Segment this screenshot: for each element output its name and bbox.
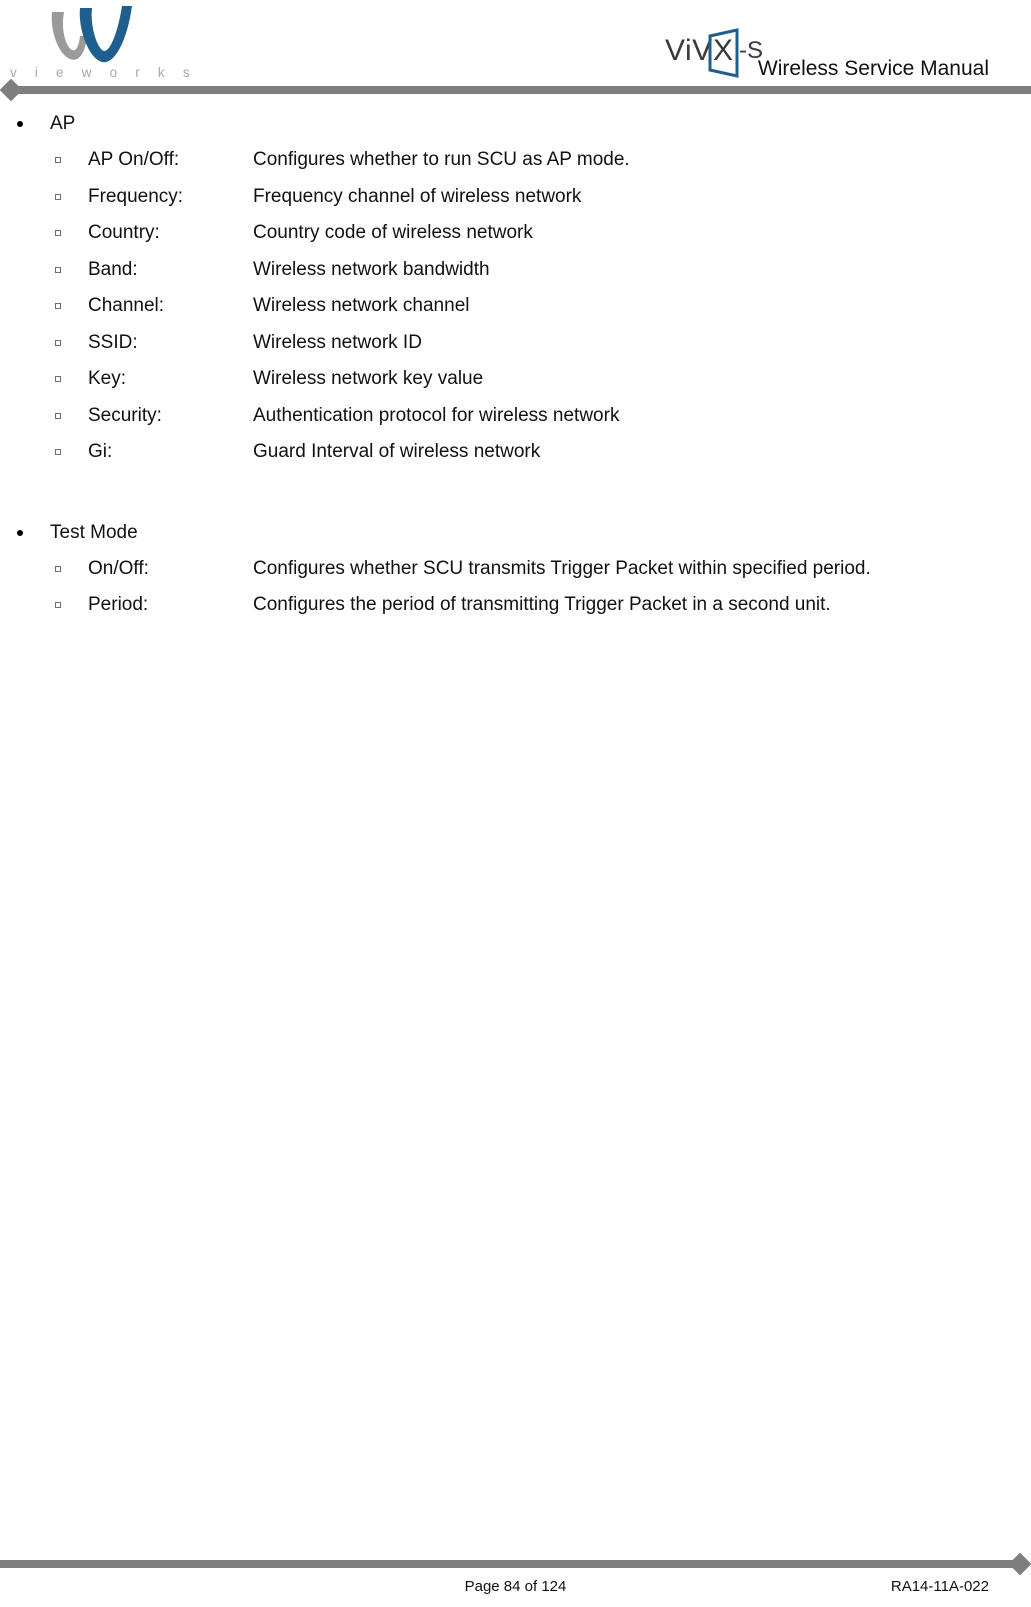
list-item-label: Country: xyxy=(88,222,160,243)
list-item-description: Country code of wireless network xyxy=(253,222,533,243)
bullet-square-icon xyxy=(55,230,61,236)
list-item: On/Off: Configures whether SCU transmits… xyxy=(0,551,1031,588)
footer-rule xyxy=(0,1552,1031,1576)
list-item-description: Wireless network ID xyxy=(253,331,422,353)
list-item-description: Wireless network key value xyxy=(253,368,484,389)
list-item-description: Guard Interval of wireless network xyxy=(253,441,541,462)
bullet-dot-icon xyxy=(17,121,23,127)
content-group-test-mode: Test Mode On/Off: Configures whether SCU… xyxy=(0,515,1031,624)
list-item-description: Configures the period of transmitting Tr… xyxy=(253,594,831,615)
page-content: AP AP On/Off: Configures whether to run … xyxy=(0,106,1031,624)
document-code: RA14-11A-022 xyxy=(890,1578,989,1595)
list-item-description: Configures whether SCU transmits Trigger… xyxy=(253,557,871,579)
document-page: v i e w o r k s ViV X -S Wireless Servic… xyxy=(0,0,1031,1607)
list-item-label: AP On/Off: xyxy=(88,149,180,170)
list-item-description: Wireless network channel xyxy=(253,295,470,316)
group-title: Test Mode xyxy=(50,521,138,543)
vieworks-brand-logo: v i e w o r k s xyxy=(8,0,208,88)
group-header: AP xyxy=(0,106,1031,142)
content-group-ap: AP AP On/Off: Configures whether to run … xyxy=(0,106,1031,471)
list-item-label: Security: xyxy=(88,404,162,426)
vieworks-w-logo-icon xyxy=(44,2,154,64)
bullet-square-icon xyxy=(55,303,61,309)
list-item-label: Gi: xyxy=(88,441,113,462)
bullet-square-icon xyxy=(55,266,61,273)
list-item: AP On/Off: Configures whether to run SCU… xyxy=(0,142,1031,179)
list-item: Key: Wireless network key value xyxy=(0,361,1031,398)
bullet-square-icon xyxy=(55,412,61,419)
svg-text:ViV: ViV xyxy=(665,34,713,67)
list-item-label: Channel: xyxy=(88,295,165,316)
list-item-label: Frequency: xyxy=(88,185,184,207)
bullet-square-icon xyxy=(55,602,61,608)
list-item-label: On/Off: xyxy=(88,557,149,579)
bullet-square-icon xyxy=(55,565,61,572)
list-item: Security: Authentication protocol for wi… xyxy=(0,398,1031,435)
list-item: Period: Configures the period of transmi… xyxy=(0,587,1031,624)
list-item-description: Authentication protocol for wireless net… xyxy=(253,404,620,426)
list-item: Channel: Wireless network channel xyxy=(0,288,1031,325)
bullet-dot-icon xyxy=(17,529,23,536)
list-item-description: Configures whether to run SCU as AP mode… xyxy=(253,149,630,170)
footer-rule-diamond-icon xyxy=(1008,1552,1031,1576)
group-title: AP xyxy=(50,113,76,134)
bullet-square-icon xyxy=(55,449,61,455)
list-item-label: Band: xyxy=(88,258,138,280)
group-header: Test Mode xyxy=(0,515,1031,551)
list-item: Country: Country code of wireless networ… xyxy=(0,215,1031,252)
bullet-square-icon xyxy=(55,376,61,382)
header-rule xyxy=(0,78,1031,102)
list-item: Band: Wireless network bandwidth xyxy=(0,252,1031,289)
list-item: Frequency: Frequency channel of wireless… xyxy=(0,179,1031,216)
svg-text:X: X xyxy=(713,34,733,67)
vieworks-wordmark: v i e w o r k s xyxy=(10,65,197,80)
bullet-square-icon xyxy=(55,339,61,346)
bullet-square-icon xyxy=(55,157,61,163)
list-item-label: SSID: xyxy=(88,331,138,353)
list-item: SSID: Wireless network ID xyxy=(0,325,1031,362)
footer-rule-bar xyxy=(0,1560,1017,1568)
manual-title: Wireless Service Manual xyxy=(757,57,989,80)
header-rule-bar xyxy=(14,86,1031,94)
list-item-description: Frequency channel of wireless network xyxy=(253,185,582,207)
list-item-label: Key: xyxy=(88,368,127,389)
page-header: v i e w o r k s ViV X -S Wireless Servic… xyxy=(0,0,1031,102)
bullet-square-icon xyxy=(55,193,61,200)
list-item-description: Wireless network bandwidth xyxy=(253,258,490,280)
page-footer: Page 84 of 124 RA14-11A-022 xyxy=(0,1537,1031,1607)
list-item: Gi: Guard Interval of wireless network xyxy=(0,434,1031,471)
list-item-label: Period: xyxy=(88,594,149,615)
page-number: Page 84 of 124 xyxy=(464,1578,567,1595)
